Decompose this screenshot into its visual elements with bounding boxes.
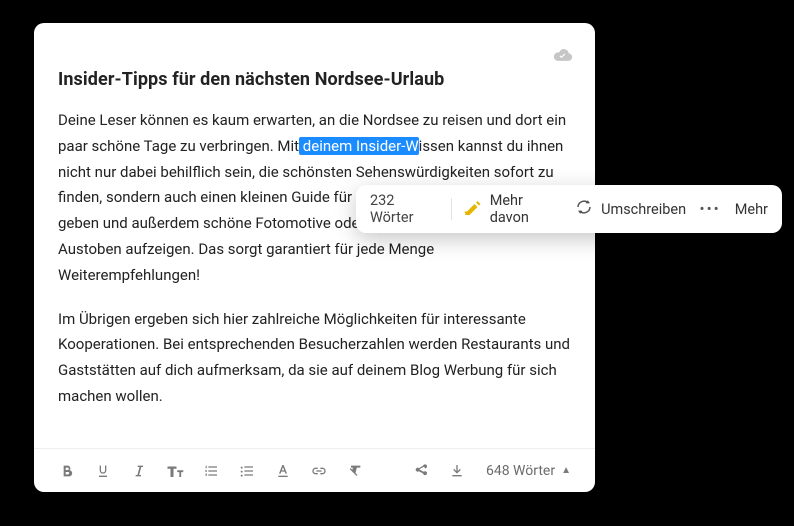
word-count[interactable]: 648 Wörter ▲ [486,463,571,479]
cloud-sync-icon [553,47,573,66]
clear-format-button[interactable] [340,456,370,486]
numbered-list-button[interactable] [196,456,226,486]
share-button[interactable] [406,456,436,486]
link-button[interactable] [304,456,334,486]
ai-suggest-toolbar: 232 Wörter Mehr davon Umschreiben ••• Me… [356,185,782,233]
more-label: Mehr [735,201,768,218]
rewrite-label: Umschreiben [601,201,686,218]
rewrite-icon [575,198,593,220]
pencil-write-icon [464,199,482,219]
text-highlight[interactable]: deinem Insider-W [299,137,419,155]
word-count-label: 648 Wörter [486,463,555,479]
italic-button[interactable] [124,456,154,486]
chevron-up-icon: ▲ [561,465,571,476]
text-size-button[interactable] [160,456,190,486]
rewrite-button[interactable]: Umschreiben [575,198,686,220]
doc-title[interactable]: Insider-Tipps für den nächsten Nordsee-U… [58,69,571,90]
more-of-this-label: Mehr davon [490,192,562,226]
editor-card: Insider-Tipps für den nächsten Nordsee-U… [34,23,595,492]
bullet-list-button[interactable] [232,456,262,486]
text-color-button[interactable] [268,456,298,486]
paragraph-2[interactable]: Im Übrigen ergeben sich hier zahlreiche … [58,307,571,410]
selection-word-count: 232 Wörter [370,192,439,226]
more-of-this-button[interactable]: Mehr davon [464,192,562,226]
format-toolbar: 648 Wörter ▲ [34,448,595,492]
download-button[interactable] [442,456,472,486]
bold-button[interactable] [52,456,82,486]
separator [451,198,452,220]
underline-button[interactable] [88,456,118,486]
more-menu-button[interactable]: ••• Mehr [700,200,768,218]
dots-icon: ••• [700,200,721,218]
doc-body[interactable]: Deine Leser können es kaum erwarten, an … [58,108,571,410]
